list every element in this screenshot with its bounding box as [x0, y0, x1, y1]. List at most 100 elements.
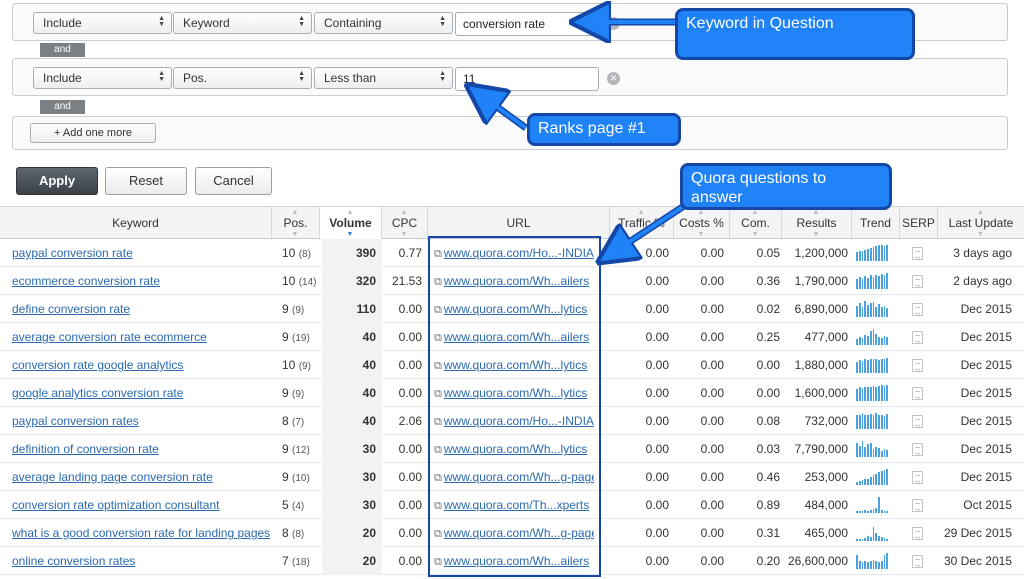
document-icon[interactable] — [912, 387, 923, 400]
url-link[interactable]: ⧉ www.quora.com/Wh...lytics — [434, 295, 594, 323]
filter-1-value-input[interactable]: conversion rate — [455, 12, 599, 36]
serp-cell[interactable] — [912, 239, 926, 267]
document-icon[interactable] — [912, 443, 923, 456]
keyword-link[interactable]: conversion rate google analytics — [12, 351, 272, 379]
col-pos[interactable]: ▲ Pos. ▼ — [272, 207, 320, 240]
serp-cell[interactable] — [912, 435, 926, 463]
trend-bar — [878, 562, 880, 569]
col-serp: SERP — [900, 207, 938, 240]
filter-2-field-select[interactable]: Pos. ▲ ▼ — [173, 67, 312, 89]
traffic-cell: 0.00 — [645, 442, 669, 456]
trend-sparkline — [856, 469, 888, 485]
external-link-icon: ⧉ — [434, 248, 442, 260]
trend-bar — [883, 306, 886, 317]
reset-button[interactable]: Reset — [105, 167, 187, 195]
apply-button[interactable]: Apply — [16, 167, 98, 195]
keyword-link[interactable]: define conversion rate — [12, 295, 272, 323]
url-link[interactable]: ⧉ www.quora.com/Wh...ailers — [434, 547, 594, 575]
close-icon[interactable]: ✕ — [607, 17, 620, 30]
keyword-link[interactable]: conversion rate optimization consultant — [12, 491, 272, 519]
previous-position: (14) — [298, 277, 317, 288]
filter-2-mode-select[interactable]: Include ▲ ▼ — [33, 67, 172, 89]
url-link[interactable]: ⧉ www.quora.com/Wh...g-page — [434, 463, 594, 491]
col-com[interactable]: ▲ Com. ▼ — [730, 207, 782, 240]
col-traffic[interactable]: ▲ Traffic % ▼ — [610, 207, 674, 240]
keyword-link[interactable]: online conversion rates — [12, 547, 272, 575]
col-volume[interactable]: ▲ Volume ▼ — [320, 207, 382, 240]
url-link[interactable]: ⧉ www.quora.com/Wh...lytics — [434, 435, 594, 463]
filter-2-operator-select[interactable]: Less than ▲ ▼ — [314, 67, 453, 89]
trend-bar — [886, 511, 888, 513]
serp-cell[interactable] — [912, 351, 926, 379]
filter-1-mode-select[interactable]: Include ▲ ▼ — [33, 12, 172, 34]
trend-bar — [886, 385, 888, 401]
serp-cell[interactable] — [912, 295, 926, 323]
serp-cell[interactable] — [912, 323, 926, 351]
trend-bar — [861, 562, 864, 569]
competition-cell: 0.03 — [756, 442, 780, 456]
select-arrows-icon: ▲ ▼ — [158, 15, 165, 28]
document-icon[interactable] — [912, 415, 923, 428]
serp-cell[interactable] — [912, 267, 926, 295]
url-link[interactable]: ⧉ www.quora.com/Ho...-INDIA — [434, 407, 594, 435]
serp-cell[interactable] — [912, 519, 926, 547]
url-link[interactable]: ⧉ www.quora.com/Wh...g-page — [434, 519, 594, 547]
col-costs[interactable]: ▲ Costs % ▼ — [674, 207, 730, 240]
document-icon[interactable] — [912, 555, 923, 568]
close-icon[interactable]: ✕ — [607, 72, 620, 85]
competition-cell: 0.36 — [756, 274, 780, 288]
serp-cell[interactable] — [912, 407, 926, 435]
filter-2-value-input[interactable]: 11 — [455, 67, 599, 91]
traffic-cell: 0.00 — [645, 554, 669, 568]
trend-bar — [883, 538, 886, 541]
keyword-link[interactable]: ecommerce conversion rate — [12, 267, 272, 295]
document-icon[interactable] — [912, 275, 923, 288]
last-update-cell: 29 Dec 2015 — [943, 526, 1012, 540]
document-icon[interactable] — [912, 303, 923, 316]
col-cpc[interactable]: ▲ CPC ▼ — [382, 207, 428, 240]
filter-1-field-select[interactable]: Keyword ▲ ▼ — [173, 12, 312, 34]
keyword-link[interactable]: average landing page conversion rate — [12, 463, 272, 491]
add-one-more-button[interactable]: + Add one more — [30, 123, 156, 143]
url-link[interactable]: ⧉ www.quora.com/Wh...lytics — [434, 379, 594, 407]
url-link[interactable]: ⧉ www.quora.com/Th...xperts — [434, 491, 594, 519]
url-link[interactable]: ⧉ www.quora.com/Ho...-INDIA — [434, 239, 594, 267]
sort-up-icon: ▲ — [977, 209, 984, 216]
keyword-link[interactable]: paypal conversion rate — [12, 239, 272, 267]
trend-cell — [856, 407, 896, 435]
keyword-link[interactable]: average conversion rate ecommerce — [12, 323, 272, 351]
col-results[interactable]: ▲ Results ▼ — [782, 207, 852, 240]
cpc-cell: 0.00 — [398, 442, 422, 456]
serp-cell[interactable] — [912, 491, 926, 519]
serp-cell[interactable] — [912, 463, 926, 491]
previous-position: (8) — [292, 529, 305, 540]
serp-cell[interactable] — [912, 547, 926, 575]
trend-bar — [886, 337, 888, 345]
trend-sparkline — [856, 553, 888, 569]
document-icon[interactable] — [912, 331, 923, 344]
keyword-link[interactable]: definition of conversion rate — [12, 435, 272, 463]
keyword-link[interactable]: paypal conversion rates — [12, 407, 272, 435]
col-last-update[interactable]: ▲ Last Update ▼ — [938, 207, 1024, 240]
results-cell: 26,600,000 — [787, 554, 848, 568]
keyword-link[interactable]: what is a good conversion rate for landi… — [12, 519, 272, 547]
trend-bar — [872, 475, 875, 485]
url-link[interactable]: ⧉ www.quora.com/Wh...ailers — [434, 267, 594, 295]
filter-1-operator-select[interactable]: Containing ▲ ▼ — [314, 12, 453, 34]
trend-bar — [858, 337, 861, 345]
document-icon[interactable] — [912, 471, 923, 484]
document-icon[interactable] — [912, 527, 923, 540]
col-keyword[interactable]: Keyword — [0, 207, 272, 240]
sort-down-icon: ▼ — [697, 231, 705, 238]
trend-bar — [880, 561, 883, 569]
costs-cell: 0.00 — [700, 386, 724, 400]
col-url[interactable]: URL — [428, 207, 610, 240]
keyword-link[interactable]: google analytics conversion rate — [12, 379, 272, 407]
document-icon[interactable] — [912, 499, 923, 512]
document-icon[interactable] — [912, 359, 923, 372]
url-link[interactable]: ⧉ www.quora.com/Wh...lytics — [434, 351, 594, 379]
serp-cell[interactable] — [912, 379, 926, 407]
cancel-button[interactable]: Cancel — [195, 167, 272, 195]
document-icon[interactable] — [912, 247, 923, 260]
url-link[interactable]: ⧉ www.quora.com/Wh...ailers — [434, 323, 594, 351]
